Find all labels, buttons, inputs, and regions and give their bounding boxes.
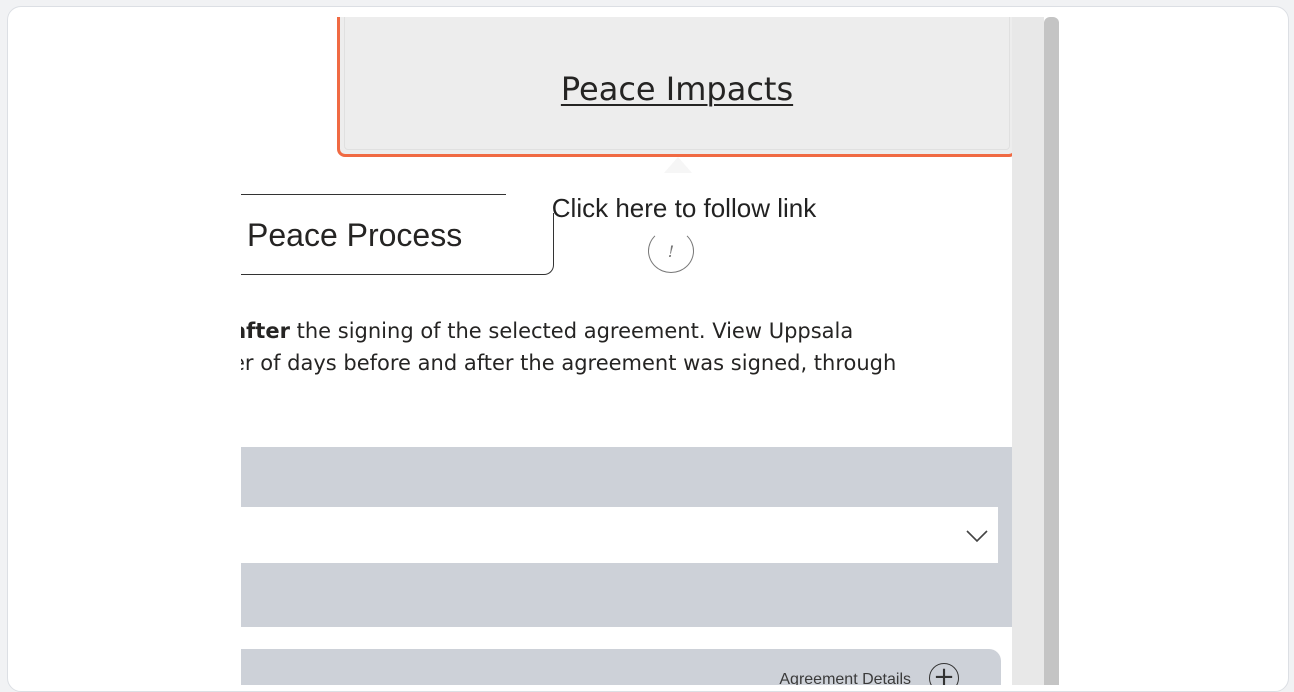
- peace-impacts-link-button[interactable]: Peace Impacts: [337, 17, 1017, 157]
- screenshot-frame: Peace Impacts Click here to follow link …: [7, 6, 1289, 692]
- description-line-1: after the signing of the selected agreem…: [241, 315, 992, 347]
- description-text: after the signing of the selected agreem…: [241, 315, 992, 379]
- description-bold: after: [241, 319, 290, 343]
- plus-circle-icon[interactable]: +: [929, 663, 959, 685]
- agreement-dropdown[interactable]: [241, 507, 998, 563]
- filter-card: [241, 447, 1018, 627]
- description-line-1-rest: the signing of the selected agreement. V…: [289, 319, 854, 343]
- tooltip-text: Click here to follow link: [551, 193, 817, 223]
- chevron-down-icon[interactable]: [966, 525, 988, 547]
- scrollbar-thumb[interactable]: [1044, 17, 1059, 685]
- agreement-details-card: Agreement Details +: [241, 649, 1001, 685]
- peace-impacts-link[interactable]: Peace Impacts: [561, 70, 793, 108]
- info-icon[interactable]: !: [648, 229, 694, 273]
- peace-process-tab-label[interactable]: Peace Process: [247, 217, 462, 254]
- tooltip-caret: [664, 157, 692, 173]
- scroll-track[interactable]: [1012, 17, 1044, 685]
- tab-divider: [241, 194, 506, 195]
- agreement-details-label[interactable]: Agreement Details: [779, 671, 911, 685]
- report-viewport: Peace Impacts Click here to follow link …: [241, 17, 1059, 685]
- description-line-2: er of days before and after the agreemen…: [241, 351, 897, 375]
